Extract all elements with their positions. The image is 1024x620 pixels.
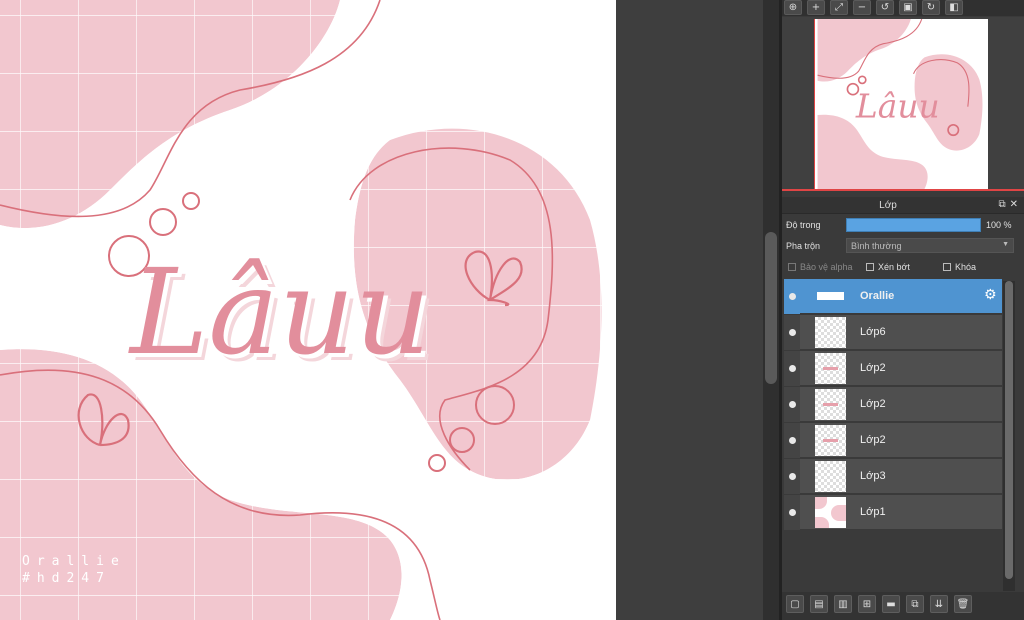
layer-name: Lớp1: [860, 506, 886, 518]
layer-name: Lớp3: [860, 470, 886, 482]
signature-line-1: Orallie: [22, 554, 126, 569]
layer-row[interactable]: Lớp3: [784, 459, 1002, 494]
folder-icon[interactable]: ▬: [882, 595, 900, 613]
workspace-background: [616, 0, 763, 620]
layer-row[interactable]: Orallie ⚙: [784, 279, 1002, 314]
eye-icon: [789, 365, 796, 372]
layer-panel-title: Lớp: [879, 200, 897, 211]
opacity-label: Độ trong: [786, 220, 821, 230]
layer-thumbnail: [815, 497, 846, 528]
blend-mode-select[interactable]: Bình thường ▼: [846, 238, 1014, 253]
navigator-preview[interactable]: Lâuu: [782, 17, 1024, 191]
visibility-toggle[interactable]: [784, 351, 800, 386]
zoom-in-icon[interactable]: +: [807, 0, 825, 15]
eye-icon: [789, 401, 796, 408]
lock-checkbox[interactable]: Khóa: [943, 262, 976, 272]
new-layer-icon[interactable]: ▢: [786, 595, 804, 613]
zoom-out-icon[interactable]: −: [853, 0, 871, 15]
svg-text:Lâuu: Lâuu: [855, 87, 940, 126]
layer-name: Lớp6: [860, 326, 886, 338]
clipping-label: Xén bớt: [878, 262, 910, 272]
opacity-value: 100 %: [986, 220, 1012, 230]
eye-icon: [789, 437, 796, 444]
delete-layer-icon[interactable]: 🗑: [954, 595, 972, 613]
layer-thumbnail: [815, 317, 846, 348]
fullscreen-icon[interactable]: ▣: [899, 0, 917, 15]
layer-list-scrollbar[interactable]: [1003, 281, 1015, 591]
visibility-toggle[interactable]: [784, 387, 800, 422]
chevron-down-icon: ▼: [1002, 241, 1009, 248]
layer-row[interactable]: Lớp2: [784, 423, 1002, 458]
new-1bit-layer-icon[interactable]: ▥: [834, 595, 852, 613]
visibility-toggle[interactable]: [784, 495, 800, 530]
medibang-window: Lâuu Orallie #hd247 ⊕ + ⤢ − ↺ ▣ ↻ ◧ Lâuu…: [0, 0, 1024, 620]
lock-box: [943, 263, 951, 271]
layer-row[interactable]: Lớp6: [784, 315, 1002, 350]
duplicate-layer-icon[interactable]: ⧉: [906, 595, 924, 613]
eye-icon: [789, 329, 796, 336]
opacity-slider[interactable]: [846, 218, 981, 232]
gear-icon[interactable]: ⚙: [984, 288, 997, 302]
navigator-thumbnail: Lâuu: [814, 19, 988, 189]
layer-thumbnail: [815, 389, 846, 420]
zoom-fit-icon[interactable]: ⊕: [784, 0, 802, 15]
layer-list: Orallie ⚙ Lớp6 Lớp2 Lớp2 Lớp2 Lớp3 Lớp1: [784, 279, 1002, 589]
rotate-right-icon[interactable]: ↻: [922, 0, 940, 15]
layer-name: Lớp2: [860, 362, 886, 374]
signature-line-2: #hd247: [22, 571, 111, 586]
undock-icon[interactable]: ⧉: [998, 199, 1005, 210]
right-panel: ⊕ + ⤢ − ↺ ▣ ↻ ◧ Lâuu Lớp ⧉ ✕ Độ trong 10…: [782, 0, 1024, 620]
visibility-toggle[interactable]: [784, 459, 800, 494]
layer-actions-bar: ▢ ▤ ▥ ⊞ ▬ ⧉ ⇊ 🗑: [782, 592, 1024, 620]
navigator-toolbar: ⊕ + ⤢ − ↺ ▣ ↻ ◧: [782, 0, 1024, 16]
lock-label: Khóa: [955, 262, 977, 272]
clipping-checkbox[interactable]: Xén bớt: [866, 262, 910, 272]
protect-alpha-label: Bảo vệ alpha: [800, 262, 853, 272]
layer-row[interactable]: Lớp1: [784, 495, 1002, 530]
fit-screen-icon[interactable]: ⤢: [830, 0, 848, 15]
layer-row[interactable]: Lớp2: [784, 351, 1002, 386]
protect-alpha-box: [788, 263, 796, 271]
layer-thumbnail: [815, 461, 846, 492]
eye-icon: [789, 473, 796, 480]
visibility-toggle[interactable]: [784, 279, 800, 314]
layer-thumbnail: [815, 425, 846, 456]
layer-name: Orallie: [860, 290, 895, 302]
new-8bit-layer-icon[interactable]: ▤: [810, 595, 828, 613]
clipping-box: [866, 263, 874, 271]
blend-label: Pha trộn: [786, 241, 821, 251]
visibility-toggle[interactable]: [784, 315, 800, 350]
eye-icon: [789, 509, 796, 516]
eye-icon: [789, 293, 796, 300]
blend-mode-value: Bình thường: [851, 241, 902, 251]
layer-name: Lớp2: [860, 398, 886, 410]
merge-down-icon[interactable]: ⇊: [930, 595, 948, 613]
add-layer-menu-icon[interactable]: ⊞: [858, 595, 876, 613]
layer-thumbnail: [815, 353, 846, 384]
layer-panel-header: Lớp ⧉ ✕: [782, 197, 1024, 214]
canvas-scrollbar-thumb[interactable]: [765, 232, 777, 384]
flip-icon[interactable]: ◧: [945, 0, 963, 15]
layer-thumbnail: [815, 281, 846, 312]
protect-alpha-checkbox[interactable]: Bảo vệ alpha: [788, 262, 853, 272]
lettering-text: Lâuu: [130, 243, 431, 381]
close-icon[interactable]: ✕: [1010, 199, 1018, 210]
layer-scrollbar-thumb[interactable]: [1005, 281, 1013, 579]
canvas-vertical-scrollbar[interactable]: [763, 0, 779, 620]
rotate-left-icon[interactable]: ↺: [876, 0, 894, 15]
drawing-canvas[interactable]: Lâuu Orallie #hd247: [0, 0, 616, 620]
layer-name: Lớp2: [860, 434, 886, 446]
visibility-toggle[interactable]: [784, 423, 800, 458]
layer-row[interactable]: Lớp2: [784, 387, 1002, 422]
